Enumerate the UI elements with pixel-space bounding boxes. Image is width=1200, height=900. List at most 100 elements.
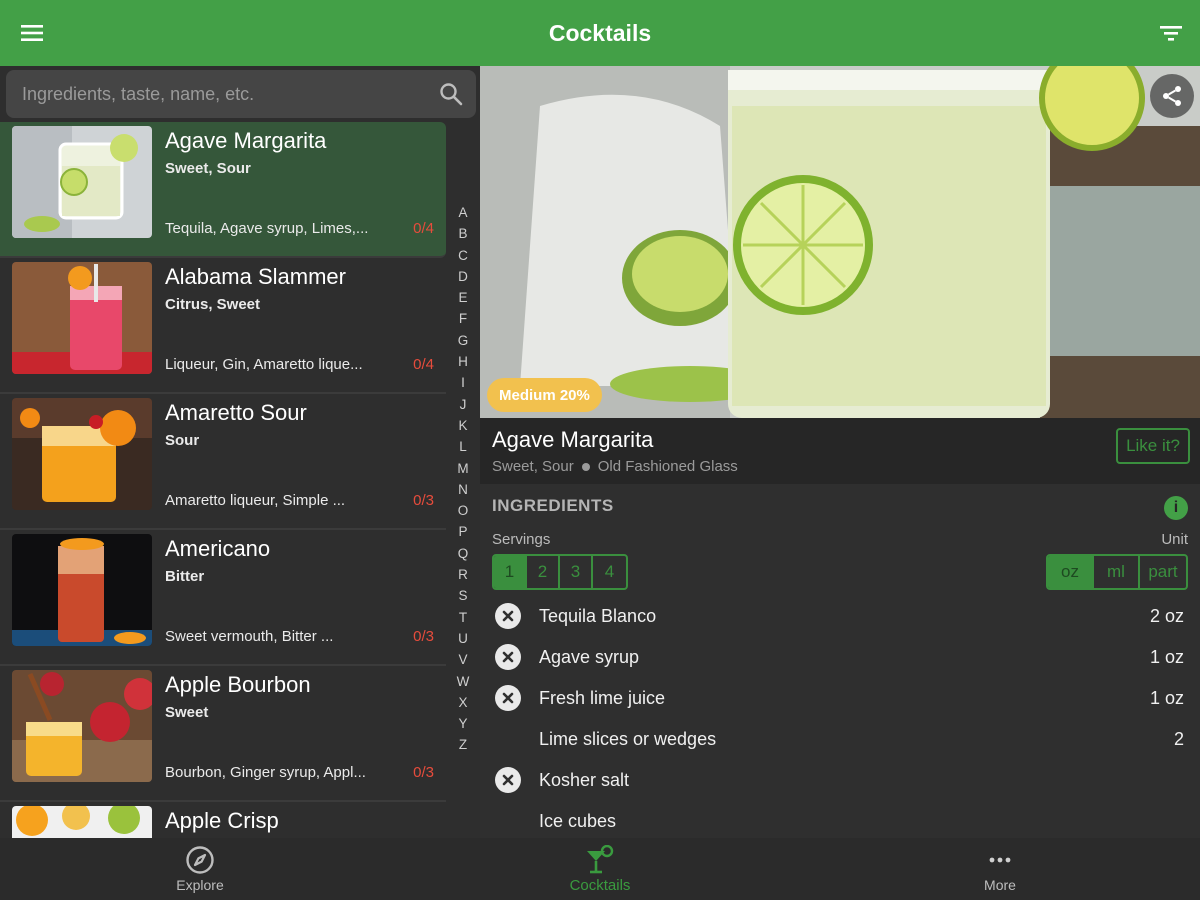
alphabet-letter[interactable]: L <box>459 436 467 457</box>
cocktail-ingredients: Bourbon, Ginger syrup, Appl... <box>165 764 366 781</box>
alphabet-letter[interactable]: N <box>458 479 468 500</box>
list-item[interactable]: Apple Crisp <box>0 802 446 838</box>
ingredient-row: Fresh lime juice 1 oz <box>480 678 1200 719</box>
missing-ingredient-icon[interactable] <box>495 685 521 711</box>
tab-explore[interactable]: Explore <box>0 838 400 900</box>
separator-dot <box>581 462 590 471</box>
alphabet-letter[interactable]: J <box>460 394 467 415</box>
list-item[interactable]: Americano Bitter Sweet vermouth, Bitter … <box>0 530 446 666</box>
unit-option[interactable]: ml <box>1094 556 1140 588</box>
unit-option[interactable]: part <box>1140 556 1186 588</box>
alphabet-letter[interactable]: Z <box>459 734 467 755</box>
alphabet-letter[interactable]: P <box>458 521 467 542</box>
more-dots-icon <box>989 857 1011 863</box>
cocktail-ingredients: Sweet vermouth, Bitter ... <box>165 628 334 645</box>
share-button[interactable] <box>1150 74 1194 118</box>
alphabet-letter[interactable]: U <box>458 628 468 649</box>
cocktail-hero-image: Medium 20% <box>480 66 1200 418</box>
servings-option[interactable]: 3 <box>560 556 593 588</box>
cocktail-taste: Citrus, Sweet <box>165 296 261 313</box>
alphabet-letter[interactable]: Q <box>458 543 469 564</box>
cocktail-thumbnail <box>12 806 152 838</box>
cocktail-ingredients: Amaretto liqueur, Simple ... <box>165 492 346 509</box>
cocktail-name: Apple Bourbon <box>165 672 311 697</box>
search-icon[interactable] <box>438 81 464 107</box>
tab-label: Cocktails <box>569 876 631 894</box>
alphabet-letter[interactable]: T <box>459 607 467 628</box>
ingredient-row: Ice cubes <box>480 801 1200 838</box>
alphabet-letter[interactable]: E <box>458 287 467 308</box>
missing-ingredient-icon[interactable] <box>495 767 521 793</box>
cocktail-list-pane: Agave Margarita Sweet, Sour Tequila, Aga… <box>0 66 480 838</box>
alphabet-letter[interactable]: F <box>459 308 467 329</box>
alphabet-letter[interactable]: Y <box>458 713 467 734</box>
alphabet-letter[interactable]: X <box>458 692 467 713</box>
tab-label: Explore <box>176 877 224 893</box>
detail-title: Agave Margarita <box>492 427 654 452</box>
servings-label: Servings <box>492 531 551 548</box>
ingredient-amount: 1 oz <box>1149 688 1184 708</box>
cocktail-thumbnail <box>12 126 152 238</box>
cocktail-thumbnail <box>12 534 152 646</box>
tab-cocktails[interactable]: Cocktails <box>400 838 800 900</box>
info-icon[interactable]: i <box>1164 496 1188 520</box>
cocktail-ingredients: Liqueur, Gin, Amaretto lique... <box>165 356 363 373</box>
servings-option[interactable]: 4 <box>593 556 626 588</box>
detail-meta: Sweet, Sour Old Fashioned Glass <box>492 458 738 475</box>
alphabet-index: ABCDEFGHIJKLMNOPQRSTUVWXYZ <box>452 202 474 756</box>
alphabet-letter[interactable]: M <box>457 458 468 479</box>
servings-selector: 1 2 3 4 <box>492 554 628 590</box>
ingredient-count: 0/3 <box>413 764 434 781</box>
ingredient-amount: 2 <box>1173 729 1184 749</box>
cocktail-taste: Sour <box>165 432 200 449</box>
alphabet-letter[interactable]: W <box>457 671 470 692</box>
alphabet-letter[interactable]: D <box>458 266 468 287</box>
alphabet-letter[interactable]: O <box>458 500 469 521</box>
cocktail-taste: Sweet <box>165 704 209 721</box>
alphabet-letter[interactable]: K <box>458 415 467 436</box>
like-button[interactable]: Like it? <box>1116 428 1190 464</box>
servings-option[interactable]: 1 <box>494 556 527 588</box>
ingredient-count: 0/3 <box>413 628 434 645</box>
alphabet-letter[interactable]: R <box>458 564 468 585</box>
unit-option[interactable]: oz <box>1048 556 1094 588</box>
alphabet-letter[interactable]: I <box>461 372 465 393</box>
detail-header: Agave Margarita Sweet, Sour Old Fashione… <box>480 418 1200 484</box>
search-bar <box>6 70 476 118</box>
alphabet-letter[interactable]: V <box>458 649 467 670</box>
alphabet-letter[interactable]: G <box>458 330 469 351</box>
list-item[interactable]: Apple Bourbon Sweet Bourbon, Ginger syru… <box>0 666 446 802</box>
ingredient-name: Lime slices or wedges <box>539 729 717 749</box>
detail-glass: Old Fashioned Glass <box>597 458 738 475</box>
ingredient-list: Tequila Blanco 2 oz Agave syrup 1 oz Fre… <box>480 596 1200 838</box>
alphabet-letter[interactable]: C <box>458 245 468 266</box>
filter-icon[interactable] <box>1158 22 1184 44</box>
ingredient-name: Tequila Blanco <box>539 606 657 626</box>
ingredient-row: Lime slices or wedges 2 <box>480 719 1200 760</box>
search-input[interactable] <box>6 70 438 118</box>
ingredient-amount: 1 oz <box>1149 647 1184 667</box>
tab-more[interactable]: More <box>800 838 1200 900</box>
cocktail-name: Alabama Slammer <box>165 264 346 289</box>
missing-ingredient-icon[interactable] <box>495 603 521 629</box>
ingredient-count: 0/4 <box>413 356 434 373</box>
unit-selector: oz ml part <box>1046 554 1188 590</box>
list-item[interactable]: Agave Margarita Sweet, Sour Tequila, Aga… <box>0 122 446 258</box>
alphabet-letter[interactable]: S <box>458 585 467 606</box>
ingredient-name: Agave syrup <box>539 647 640 667</box>
app-title: Cocktails <box>548 19 652 46</box>
list-item[interactable]: Amaretto Sour Sour Amaretto liqueur, Sim… <box>0 394 446 530</box>
servings-option[interactable]: 2 <box>527 556 560 588</box>
ingredient-count: 0/3 <box>413 492 434 509</box>
detail-taste: Sweet, Sour <box>492 458 574 475</box>
ingredient-row: Tequila Blanco 2 oz <box>480 596 1200 637</box>
alphabet-letter[interactable]: A <box>458 202 467 223</box>
alphabet-letter[interactable]: B <box>458 223 467 244</box>
app-bar: Cocktails <box>0 0 1200 66</box>
cocktail-taste: Sweet, Sour <box>165 160 251 177</box>
menu-icon[interactable] <box>20 22 46 44</box>
missing-ingredient-icon[interactable] <box>495 644 521 670</box>
alphabet-letter[interactable]: H <box>458 351 468 372</box>
list-item[interactable]: Alabama Slammer Citrus, Sweet Liqueur, G… <box>0 258 446 394</box>
cocktail-ingredients: Tequila, Agave syrup, Limes,... <box>165 220 369 237</box>
